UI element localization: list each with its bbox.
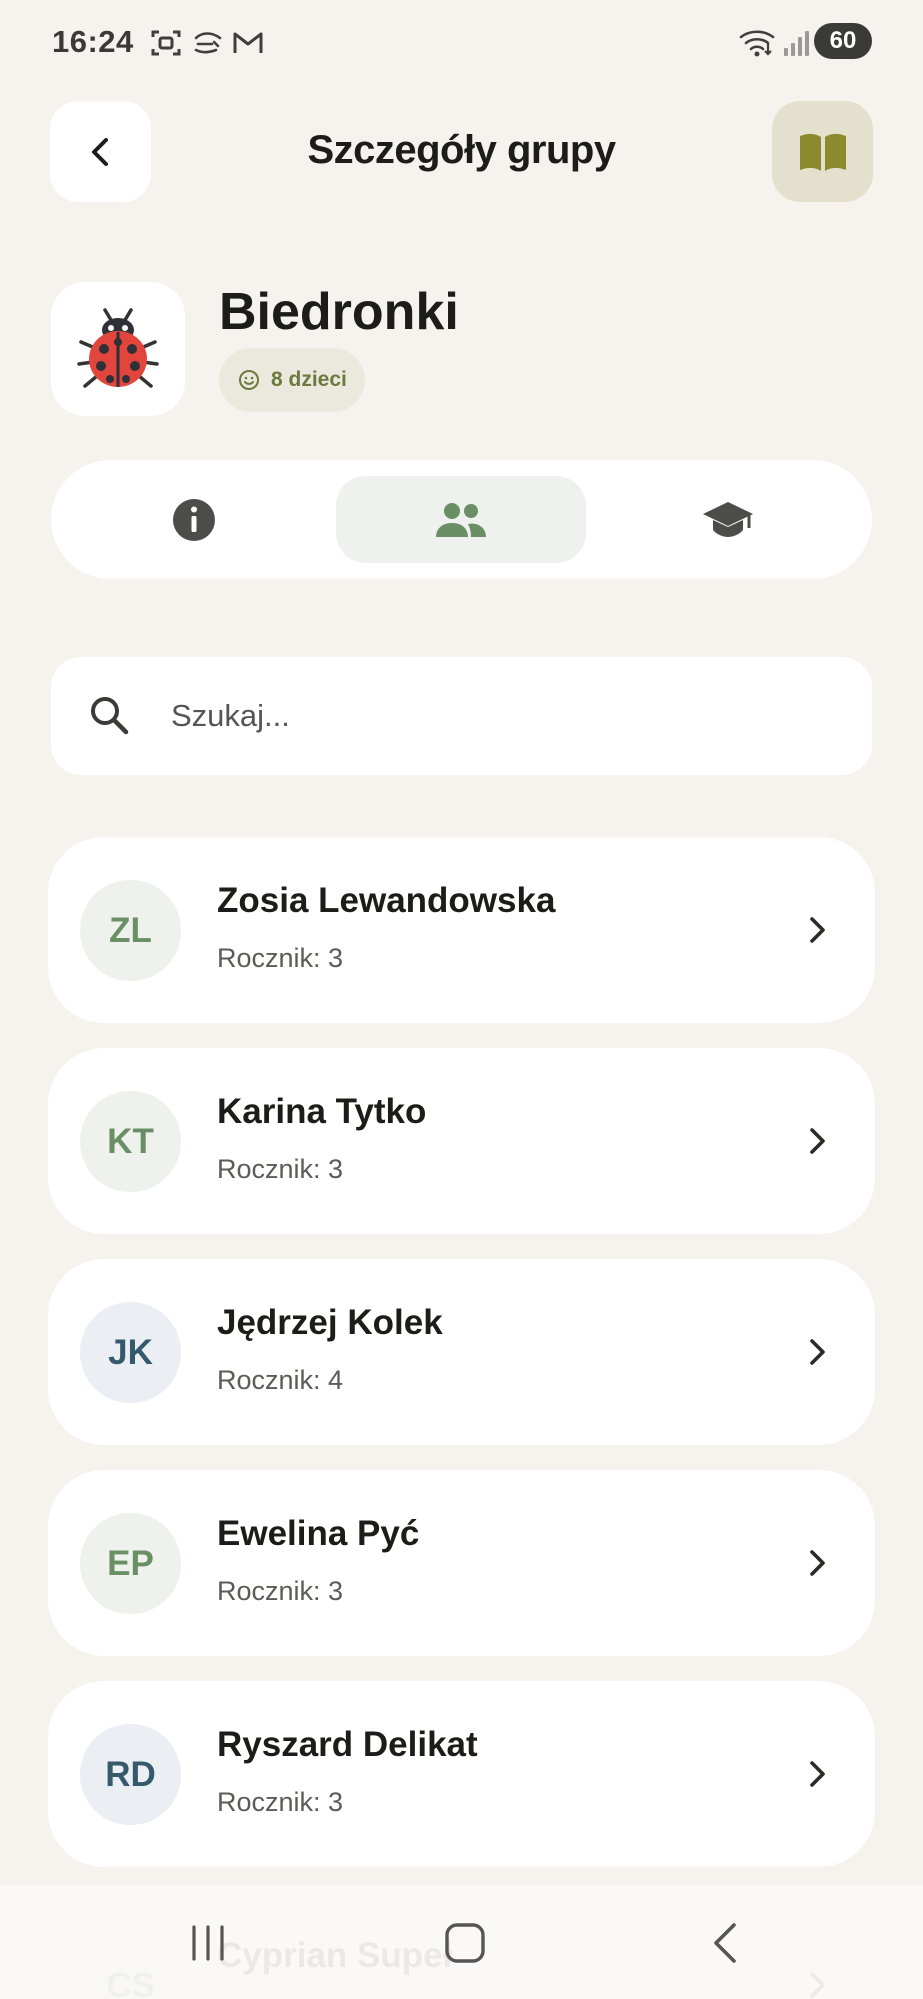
- battery-icon: 60: [814, 23, 872, 59]
- child-name: Ewelina Pyć: [217, 1514, 420, 1553]
- child-card[interactable]: EP Ewelina Pyć Rocznik: 3: [48, 1470, 875, 1656]
- home-icon: [445, 1923, 485, 1963]
- child-card[interactable]: KT Karina Tytko Rocznik: 3: [48, 1048, 875, 1234]
- recent-apps-button[interactable]: [178, 1913, 238, 1973]
- kids-count-label: 8 dzieci: [271, 368, 347, 391]
- child-year: Rocznik: 3: [217, 1787, 344, 1817]
- home-button[interactable]: [435, 1913, 495, 1973]
- wifi-icon: [738, 28, 776, 58]
- people-icon: [436, 502, 486, 537]
- child-name: Ryszard Delikat: [217, 1725, 478, 1764]
- signal-icon: [782, 28, 814, 58]
- child-name: Jędrzej Kolek: [217, 1303, 443, 1342]
- smile-icon: [239, 370, 259, 390]
- chevron-right-icon: [803, 915, 831, 950]
- child-avatar: JK: [80, 1302, 181, 1403]
- child-year: Rocznik: 3: [217, 1576, 344, 1606]
- status-time: 16:24: [52, 24, 134, 59]
- screen: 16:24 60 Szczegóły grupy Biedronki 8 dzi…: [0, 0, 923, 1999]
- graduation-cap-icon: [703, 501, 753, 537]
- kids-count-badge: 8 dzieci: [219, 348, 365, 412]
- child-card[interactable]: JK Jędrzej Kolek Rocznik: 4: [48, 1259, 875, 1445]
- screenshot-icon: [150, 28, 182, 58]
- child-avatar: RD: [80, 1724, 181, 1825]
- child-avatar: ZL: [80, 880, 181, 981]
- chevron-right-icon: [803, 1548, 831, 1583]
- tab-education[interactable]: [603, 476, 853, 563]
- chevron-left-icon: [91, 137, 108, 166]
- child-avatar: EP: [80, 1513, 181, 1614]
- chevron-right-icon: [803, 1337, 831, 1372]
- child-year: Rocznik: 4: [217, 1365, 344, 1395]
- page-title: Szczegóły grupy: [307, 128, 616, 172]
- group-name: Biedronki: [219, 283, 459, 341]
- group-emoji-tile: [51, 282, 185, 416]
- child-name: Karina Tytko: [217, 1092, 427, 1131]
- info-icon: [173, 498, 215, 541]
- recent-apps-icon: [192, 1925, 224, 1961]
- open-book-icon: [799, 133, 846, 171]
- search-box: [51, 657, 872, 775]
- status-bar: 16:24 60: [0, 0, 923, 86]
- child-card[interactable]: ZL Zosia Lewandowska Rocznik: 3: [48, 837, 875, 1023]
- chevron-right-icon: [803, 1759, 831, 1794]
- back-button[interactable]: [50, 101, 151, 202]
- child-year: Rocznik: 3: [217, 943, 344, 973]
- guide-button[interactable]: [772, 101, 873, 202]
- search-input[interactable]: [171, 679, 831, 753]
- child-avatar: KT: [80, 1091, 181, 1192]
- tab-info[interactable]: [69, 476, 319, 563]
- system-nav-bar: [0, 1885, 923, 1999]
- child-year: Rocznik: 3: [217, 1154, 344, 1184]
- gmail-icon: [232, 28, 264, 58]
- nav-back-button[interactable]: [696, 1913, 756, 1973]
- chevron-right-icon: [803, 1126, 831, 1161]
- section-tabs: [51, 460, 872, 579]
- snow-wind-icon: [192, 28, 224, 58]
- tab-children[interactable]: [336, 476, 586, 563]
- back-icon: [714, 1923, 736, 1963]
- child-name: Zosia Lewandowska: [217, 881, 556, 920]
- search-icon: [87, 693, 131, 742]
- ladybug-icon: [77, 308, 159, 388]
- child-card[interactable]: RD Ryszard Delikat Rocznik: 3: [48, 1681, 875, 1867]
